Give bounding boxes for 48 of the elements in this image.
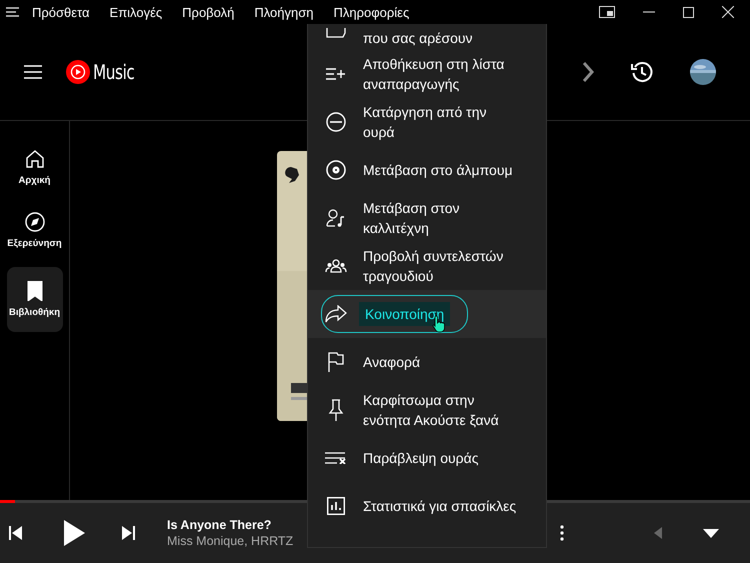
play-icon[interactable] [63,520,85,546]
bar-chart-icon [325,497,347,515]
play-logo-icon [66,60,90,84]
minimize-icon[interactable] [643,11,655,13]
menu-item[interactable]: Παράβλεψη ουράς [308,434,546,482]
sidebar-item[interactable]: Βιβλιοθήκη [6,267,62,332]
sidebar-item[interactable]: Εξερεύνηση [6,204,62,259]
share-icon [325,305,347,323]
menu-item[interactable]: Κοινοποίηση [308,290,546,338]
people-icon [325,259,347,273]
mini-player-icon[interactable] [599,6,615,18]
person-music-icon [325,209,347,227]
menu-item[interactable]: Αναφορά [308,338,546,386]
more-icon[interactable] [560,525,564,541]
dropdown-icon[interactable] [703,528,719,538]
logo-text[interactable]: Music [93,60,134,84]
folder-icon [325,28,347,38]
history-icon[interactable] [631,61,653,83]
menu-bar-item[interactable]: Επιλογές [110,4,162,20]
menu-item[interactable]: Αποθήκευση στη λίστα αναπαραγωγής [308,50,546,98]
menu-item[interactable]: Προβολή συντελεστών τραγουδιού [308,242,546,290]
menu-bar-item[interactable]: Πληροφορίες [334,4,410,20]
menu-item[interactable]: που σας αρέσουν [308,24,546,50]
song-title[interactable]: Is Anyone There? [167,518,294,532]
home-icon [24,149,44,169]
sidebar-item[interactable]: Αρχική [6,141,62,196]
menu-bar-item[interactable]: Πρόσθετα [32,4,90,20]
menu-item[interactable]: Στατιστικά για σπασίκλες [308,482,546,530]
previous-icon[interactable] [9,526,23,540]
menu-item[interactable]: Καρφίτσωμα στην ενότητα Ακούστε ξανά [308,386,546,434]
menu-bar-item[interactable]: Προβολή [182,4,234,20]
menu-item[interactable]: Μετάβαση στον καλλιτέχνη [308,194,546,242]
bookmark-icon [26,281,42,301]
queue-clear-icon [325,452,347,464]
menu-icon[interactable] [6,7,20,17]
chevron-right-icon[interactable] [582,61,594,83]
next-icon[interactable] [121,526,135,540]
disc-icon [325,160,347,180]
song-artist[interactable]: Miss Monique, HRRTZ [167,534,294,548]
close-icon[interactable] [722,6,734,18]
compass-icon [24,212,44,232]
minus-circle-icon [325,112,347,132]
playlist-add-icon [325,68,347,80]
menu-item[interactable]: Κατάργηση από την ουρά [308,98,546,146]
menu-item[interactable]: Μετάβαση στο άλμπουμ [308,146,546,194]
menu-bar-item[interactable]: Πλοήγηση [254,4,314,20]
maximize-icon[interactable] [683,6,694,18]
triangle-left-icon[interactable] [654,527,662,539]
